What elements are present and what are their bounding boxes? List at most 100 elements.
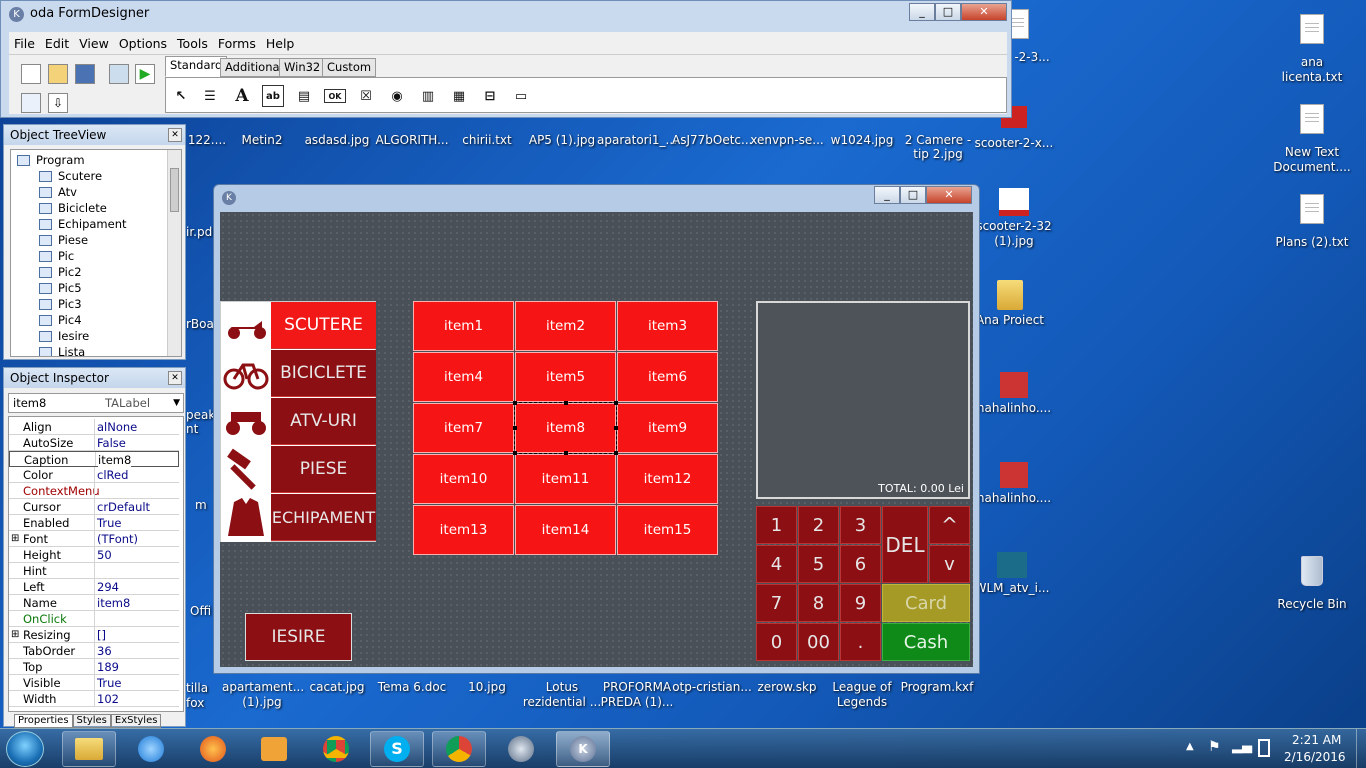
scrollbar[interactable]	[167, 150, 181, 356]
prop-value[interactable]: item8	[98, 452, 132, 468]
item-button[interactable]: item4	[413, 352, 514, 402]
prop-row[interactable]: Enabled True	[9, 515, 179, 531]
key-3[interactable]: 3	[840, 506, 881, 544]
selection-handle[interactable]	[614, 426, 618, 430]
taskbar-explorer[interactable]	[62, 731, 116, 767]
taskbar-app[interactable]	[494, 731, 548, 767]
prop-row[interactable]: Top 189	[9, 659, 179, 675]
desktop-label[interactable]: Lotus rezidential ...	[522, 680, 602, 710]
item-button[interactable]: item3	[617, 301, 718, 351]
prop-value[interactable]: item8	[97, 595, 130, 611]
desktop-label[interactable]: peak nt	[186, 408, 215, 436]
menu-options[interactable]: Options	[114, 36, 172, 51]
key-8[interactable]: 8	[798, 584, 839, 622]
prop-value[interactable]: alNone	[97, 419, 137, 435]
button-tool-icon[interactable]: OK	[324, 89, 346, 103]
desktop-label[interactable]: chirii.txt	[447, 133, 527, 147]
taskbar-formdesigner[interactable]: K	[556, 731, 610, 767]
checkbox-tool-icon[interactable]: ☒	[355, 85, 377, 107]
memo-tool-icon[interactable]: ▤	[293, 85, 315, 107]
selection-handle[interactable]	[513, 451, 517, 455]
taskbar-chrome[interactable]	[309, 731, 363, 767]
clock-time[interactable]: 2:21 AM	[1292, 733, 1341, 747]
expand-icon[interactable]: ⊞	[11, 627, 19, 643]
prop-row[interactable]: ⊞ Resizing []	[9, 627, 179, 643]
item-button[interactable]: item13	[413, 505, 514, 555]
desktop-label[interactable]: apartament... (1).jpg	[222, 680, 304, 710]
network-icon[interactable]: ▂▄	[1232, 739, 1252, 754]
tab-standard[interactable]: Standard	[165, 56, 228, 77]
label-tool-icon[interactable]: A	[231, 85, 253, 107]
desktop-label[interactable]: cacat.jpg	[297, 680, 377, 695]
desktop-label[interactable]: aparatori1_...	[597, 133, 677, 147]
tree-item[interactable]: Lista	[39, 344, 85, 356]
category-scutere-button[interactable]: SCUTERE	[271, 302, 376, 349]
key-7[interactable]: 7	[756, 584, 797, 622]
prop-value[interactable]: False	[97, 435, 126, 451]
prop-row[interactable]: Color clRed	[9, 467, 179, 483]
menu-edit[interactable]: Edit	[40, 36, 74, 51]
receipt-list[interactable]: TOTAL: 0.00 Lei	[756, 301, 970, 499]
arrow-down-button[interactable]: v	[929, 545, 970, 583]
item-button[interactable]: item11	[515, 454, 616, 504]
desktop-label[interactable]: 10.jpg	[447, 680, 527, 695]
main-menu-tool-icon[interactable]: ☰	[199, 85, 221, 107]
prop-value[interactable]: 36	[97, 643, 112, 659]
taskbar-chrome-2[interactable]	[432, 731, 486, 767]
prop-row[interactable]: AutoSize False	[9, 435, 179, 451]
prop-row[interactable]: ContextMenu	[9, 483, 179, 499]
tree-item[interactable]: Pic4	[39, 312, 82, 328]
form-icon[interactable]	[21, 93, 41, 113]
menu-help[interactable]: Help	[261, 36, 300, 51]
clock-date[interactable]: 2/16/2016	[1284, 750, 1346, 764]
minimize-button[interactable]: _	[909, 3, 935, 21]
prop-row[interactable]: Visible True	[9, 675, 179, 691]
desktop-label[interactable]: Program.kxf	[897, 680, 977, 695]
desktop-label[interactable]: ir.pd	[186, 225, 212, 239]
panel-tool-icon[interactable]: ▭	[510, 85, 532, 107]
key-1[interactable]: 1	[756, 506, 797, 544]
tree-item[interactable]: Biciclete	[39, 200, 107, 216]
menu-view[interactable]: View	[74, 36, 114, 51]
key-6[interactable]: 6	[840, 545, 881, 583]
tree-item[interactable]: Pic2	[39, 264, 82, 280]
chevron-down-icon[interactable]: ▼	[173, 394, 180, 412]
desktop-label[interactable]: xenvpn-se...	[747, 133, 827, 147]
component-selector[interactable]: item8 TALabel ▼	[8, 393, 184, 413]
tab-order-icon[interactable]: ⇩	[48, 93, 68, 113]
taskbar-firefox[interactable]	[186, 731, 240, 767]
selection-handle[interactable]	[614, 451, 618, 455]
category-atv-button[interactable]: ATV-URI	[271, 398, 376, 445]
tree-item[interactable]: Piese	[39, 232, 88, 248]
desktop-icon-col2-4[interactable]: Ana Proiect	[968, 280, 1052, 328]
tab-custom[interactable]: Custom	[322, 58, 377, 77]
selection-handle[interactable]	[513, 426, 517, 430]
desktop-icon-recycle-bin[interactable]: Recycle Bin	[1270, 552, 1354, 612]
tree-item[interactable]: Pic	[39, 248, 74, 264]
tree-item[interactable]: Pic3	[39, 296, 82, 312]
desktop-label[interactable]: PROFORMA PREDA (1)...	[597, 680, 677, 710]
listbox-tool-icon[interactable]: ▥	[417, 85, 439, 107]
selection-handle[interactable]	[564, 401, 568, 405]
prop-value[interactable]: True	[97, 675, 121, 691]
item-button[interactable]: item2	[515, 301, 616, 351]
desktop-icon-col2-6[interactable]: nahalinho....	[972, 462, 1056, 506]
selection-handle[interactable]	[513, 401, 517, 405]
item-button[interactable]: item1	[413, 301, 514, 351]
edit-tool-icon[interactable]: ab	[262, 85, 284, 107]
taskbar-skype[interactable]: S	[370, 731, 424, 767]
show-desktop-button[interactable]	[1356, 729, 1366, 768]
prop-row[interactable]: Name item8	[9, 595, 179, 611]
maximize-button[interactable]: □	[935, 3, 961, 21]
combobox-tool-icon[interactable]: ▦	[448, 85, 470, 107]
prop-row[interactable]: ⊞ Font (TFont)	[9, 531, 179, 547]
tab-properties[interactable]: Properties	[14, 714, 73, 728]
desktop-label[interactable]: tilla fox	[186, 681, 212, 711]
exit-button[interactable]: IESIRE	[245, 613, 352, 661]
selection-handle[interactable]	[614, 401, 618, 405]
prop-row[interactable]: TabOrder 36	[9, 643, 179, 659]
save-icon[interactable]	[75, 64, 95, 84]
maximize-button[interactable]: □	[900, 186, 926, 204]
item-button[interactable]: item6	[617, 352, 718, 402]
desktop-label[interactable]: AP5 (1).jpg	[522, 133, 602, 147]
